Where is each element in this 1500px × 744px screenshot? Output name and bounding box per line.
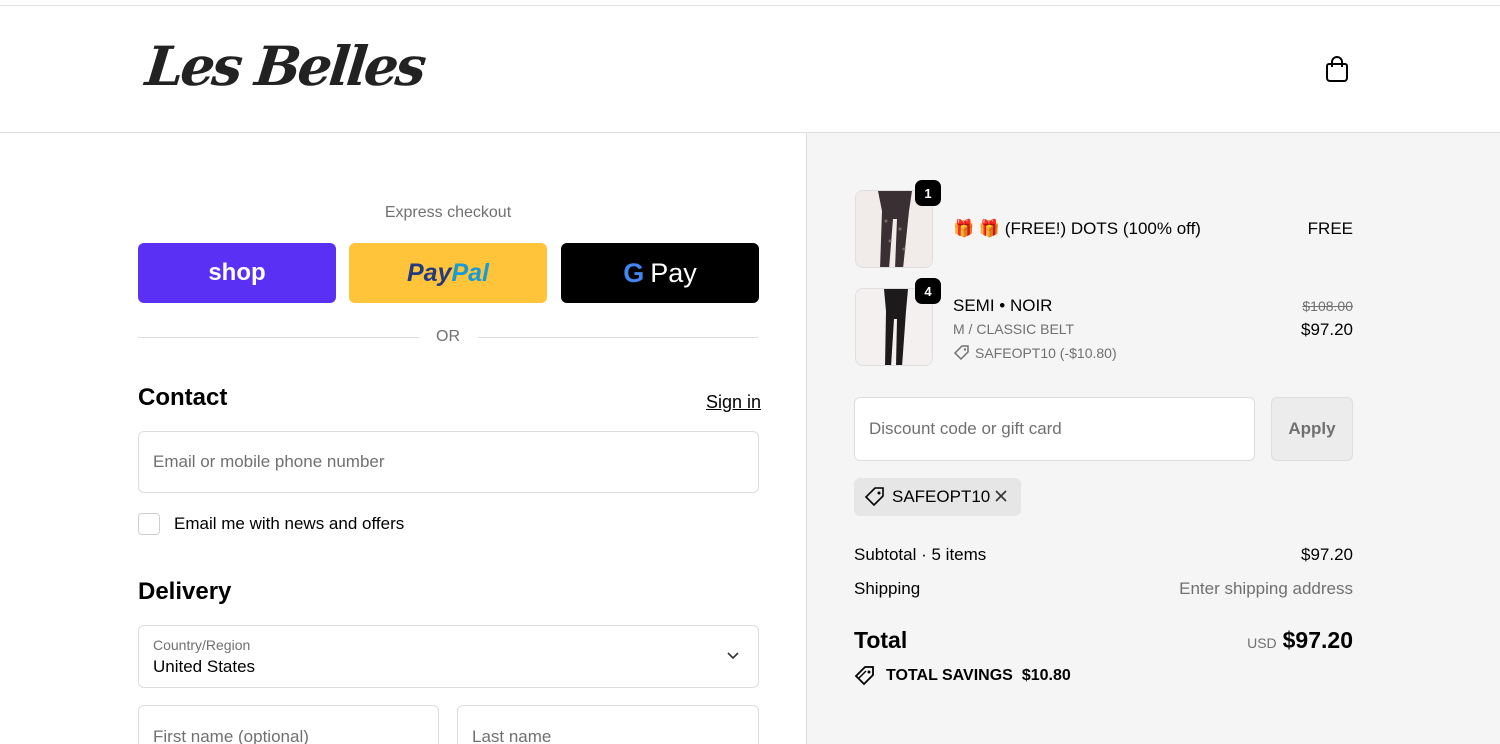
discount-placeholder: Discount code or gift card — [869, 419, 1062, 438]
paypal-button[interactable]: Pay Pal — [349, 243, 547, 303]
chevron-down-icon — [727, 652, 739, 660]
quantity-badge: 1 — [915, 180, 941, 206]
express-checkout-title: Express checkout — [384, 204, 512, 221]
quantity-badge: 4 — [915, 278, 941, 304]
item-name: SEMI • NOIR — [953, 296, 1053, 315]
email-placeholder: Email or mobile phone number — [153, 452, 385, 471]
google-pay-label: Pay — [650, 257, 697, 288]
google-pay-button[interactable]: G Pay — [561, 243, 759, 303]
google-g-icon: G — [623, 258, 644, 289]
first-name-placeholder: First name (optional) — [153, 727, 309, 744]
total-savings: TOTAL SAVINGS $10.80 — [854, 665, 1071, 687]
shipping-label: Shipping — [854, 579, 921, 598]
close-icon[interactable] — [993, 488, 1009, 504]
applied-code: SAFEOPT10 — [892, 487, 991, 506]
news-offers-checkbox[interactable] — [138, 513, 160, 535]
tag-icon — [953, 345, 969, 361]
subtotal-row: Subtotal · 5 items $97.20 — [854, 545, 1353, 569]
line-item: 4 SEMI • NOIR M / CLASSIC BELT SAFEOPT10… — [855, 278, 1353, 368]
savings-label: TOTAL SAVINGS — [886, 667, 1013, 684]
original-price: $108.00 — [1302, 298, 1353, 314]
subtotal-label: Subtotal · 5 items — [854, 545, 987, 564]
email-field[interactable]: Email or mobile phone number — [138, 431, 759, 493]
total-amount: $97.20 — [1282, 627, 1353, 653]
subtotal-value: $97.20 — [1301, 545, 1353, 564]
shopping-bag-icon[interactable] — [1322, 54, 1352, 84]
news-offers-label: Email me with news and offers — [174, 514, 405, 533]
total-label: Total — [854, 627, 908, 653]
delivery-title: Delivery — [138, 578, 232, 605]
paypal-label-pal: Pal — [451, 258, 489, 287]
shop-pay-button[interactable]: shop — [138, 243, 336, 303]
shipping-value: Enter shipping address — [1179, 579, 1353, 598]
country-label: Country/Region — [153, 637, 251, 653]
checkout-form-panel: Express checkout shop Pay Pal G Pay OR Co… — [0, 133, 806, 744]
last-name-placeholder: Last name — [472, 727, 552, 744]
applied-discount-chip: SAFEOPT10 — [854, 478, 1021, 516]
item-price: FREE — [1307, 219, 1353, 238]
apply-button[interactable]: Apply — [1271, 397, 1353, 461]
total-value-group: USD $97.20 — [1247, 627, 1353, 654]
line-item: 1 🎁 🎁 (FREE!) DOTS (100% off) FREE — [855, 180, 1353, 268]
google-g-letter: G — [623, 257, 645, 288]
country-select[interactable]: Country/Region United States — [138, 625, 759, 688]
or-divider: OR — [138, 325, 758, 349]
item-price: $97.20 — [1301, 320, 1353, 339]
first-name-field[interactable]: First name (optional) — [138, 705, 439, 744]
sign-in-link[interactable]: Sign in — [706, 392, 761, 413]
total-currency: USD — [1247, 635, 1277, 651]
tag-icon — [864, 487, 884, 507]
shipping-row: Shipping Enter shipping address — [854, 579, 1353, 603]
item-discount: SAFEOPT10 (-$10.80) — [953, 344, 1117, 362]
store-logo[interactable]: Les Belles — [143, 34, 427, 98]
header: Les Belles — [0, 6, 1500, 133]
savings-value: $10.80 — [1021, 667, 1071, 684]
shop-pay-label: shop — [208, 259, 266, 286]
country-value: United States — [153, 657, 256, 676]
item-variant: M / CLASSIC BELT — [953, 321, 1075, 337]
contact-title: Contact — [138, 384, 228, 411]
order-summary-panel: 1 🎁 🎁 (FREE!) DOTS (100% off) FREE 4 SEM… — [806, 133, 1500, 744]
total-row: Total USD $97.20 — [854, 627, 1353, 659]
paypal-label-pay: Pay — [406, 258, 452, 287]
item-name: 🎁 🎁 (FREE!) DOTS (100% off) — [953, 219, 1201, 238]
savings-tag-icon — [854, 666, 874, 686]
discount-code-input[interactable]: Discount code or gift card — [854, 397, 1255, 461]
last-name-field[interactable]: Last name — [457, 705, 759, 744]
or-line-right — [478, 337, 758, 338]
item-discount-text: SAFEOPT10 (-$10.80) — [975, 345, 1117, 361]
